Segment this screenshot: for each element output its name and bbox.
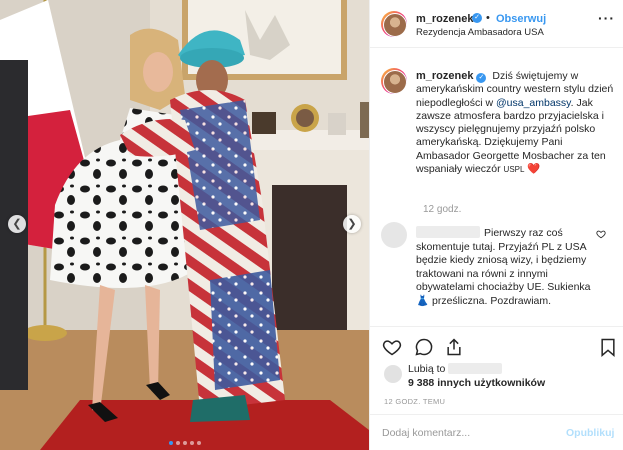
commenter-avatar[interactable] [381,222,407,248]
add-comment-bar: Opublikuj [370,414,623,450]
like-heart-icon[interactable] [382,337,402,357]
separator-dot: • [486,12,490,24]
flag-emoji-text: USPL [503,165,525,175]
verified-badge-icon: ✓ [476,73,487,83]
more-options-icon[interactable]: ··· [598,10,615,26]
comment-text: Pierwszy raz coś skomentuje tutaj. Przyj… [416,227,591,307]
verified-badge-icon: ✓ [472,13,482,23]
comment-like-icon[interactable] [596,229,606,239]
caption-username[interactable]: m_rozenek [416,70,473,82]
previous-photo-button[interactable]: ❮ [8,215,26,233]
carousel-dots [0,436,369,448]
heart-emoji: ❤️ [527,163,541,176]
post-side-panel: m_rozenek ✓ • Obserwuj Rezydencja Ambasa… [369,0,623,450]
caption-timestamp[interactable]: 12 godz. [423,204,461,215]
carousel-dot [196,441,201,445]
post-photo[interactable]: ❮ ❯ [0,0,369,450]
save-bookmark-icon[interactable] [598,337,618,357]
instagram-post: ❮ ❯ m_rozenek ✓ • Obserwuj Rezydencja Am… [0,0,623,450]
carousel-dot [175,441,180,445]
header-username[interactable]: m_rozenek [416,13,473,25]
avatar[interactable] [381,11,407,37]
add-comment-input[interactable] [382,425,552,441]
action-bar [370,326,623,366]
caption-mention-link[interactable]: @usa_ambassy [496,97,571,109]
publish-comment-button[interactable]: Opublikuj [566,427,614,439]
caption-avatar[interactable] [381,68,407,94]
post-date[interactable]: 12 GODZ. TEMU [384,397,445,406]
likes-count-link[interactable]: 9 388 innych użytkowników [408,377,545,389]
location-link[interactable]: Rezydencja Ambasadora USA [416,27,544,38]
likes-prefix: Lubią to [408,363,446,375]
likes-summary: Lubią to [408,363,503,375]
share-icon[interactable] [444,337,464,357]
carousel-dot [168,441,173,445]
photo-illustration [0,0,369,450]
carousel-dot [189,441,194,445]
post-header: m_rozenek ✓ • Obserwuj Rezydencja Ambasa… [370,0,623,48]
comment-bubble-icon[interactable] [414,337,434,357]
carousel-dot [182,441,187,445]
follow-button[interactable]: Obserwuj [496,13,546,25]
next-photo-button[interactable]: ❯ [343,215,361,233]
liker-username-redacted[interactable] [448,363,503,374]
post-caption: m_rozenek ✓ Dziś świętujemy w amerykański… [416,70,616,176]
liker-avatar[interactable] [384,365,402,383]
